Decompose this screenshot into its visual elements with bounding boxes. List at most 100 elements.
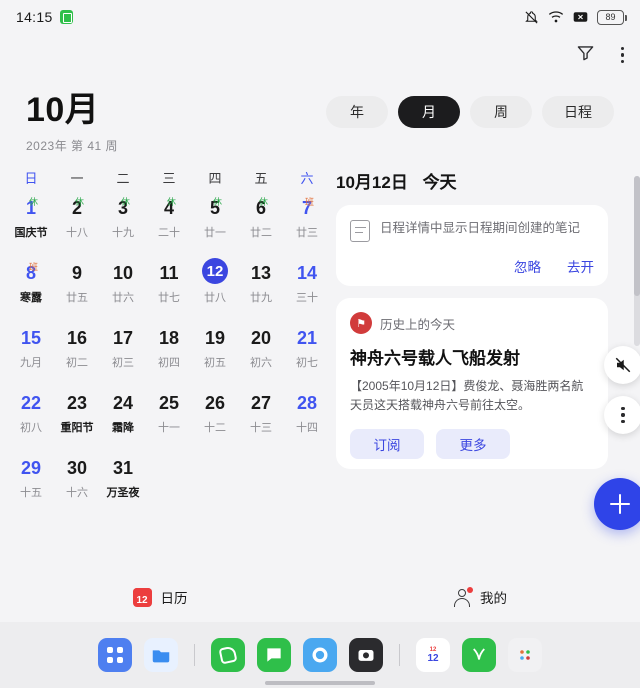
history-card-header: ⚑ 历史上的今天 [350,312,594,334]
day-lunar-label: 十三 [250,422,272,434]
health-icon[interactable] [462,638,496,672]
day-lunar-label: 万圣夜 [106,487,140,499]
note-hint-actions: 忽略 去开 [350,256,594,276]
nav-item-profile[interactable]: 我的 [320,586,640,607]
wifi-icon [548,11,564,23]
calendar-day-23[interactable]: 23 重阳节 [54,388,100,444]
calendar-day-9[interactable]: 9 廿五 [54,258,100,314]
filter-icon[interactable] [576,43,595,67]
status-right: 89 [524,9,627,25]
day-number: 20 [250,328,272,348]
calendar-day-27[interactable]: 27 十三 [238,388,284,444]
calendar-day-26[interactable]: 26 十二 [192,388,238,444]
calendar-day-24[interactable]: 24 霜降 [100,388,146,444]
calendar-day-19[interactable]: 19 初五 [192,323,238,379]
day-lunar-label: 十二 [204,422,226,434]
calendar-day-25[interactable]: 25 十一 [146,388,192,444]
weekday-sun: 日 [24,171,38,186]
nav-item-calendar[interactable]: 12 日历 [0,587,320,607]
files-icon[interactable] [144,638,178,672]
day-number: 30 [66,458,88,478]
add-event-button[interactable] [594,478,640,530]
subscribe-button[interactable]: 订阅 [350,429,424,459]
weekday-header: 日 一 二 三 四 五 六 [8,168,330,187]
camera-icon[interactable] [349,638,383,672]
status-bar: 14:15 89 [0,0,640,34]
weekday-mon: 一 [70,171,84,186]
history-section-label: 历史上的今天 [380,317,456,332]
day-number: 25 [158,393,180,413]
detail-scrollbar[interactable] [634,176,640,346]
dock-divider [194,644,195,666]
day-tag: 班 [28,262,38,272]
tab-year[interactable]: 年 [326,96,388,128]
status-left: 14:15 [16,9,73,25]
detail-today-label: 今天 [422,173,457,192]
dock-divider [399,644,400,666]
dismiss-button[interactable]: 忽略 [514,256,541,276]
calendar-day-1[interactable]: 休 1 国庆节 [8,193,54,249]
calendar-day-5[interactable]: 休 5 廿一 [192,193,238,249]
calendar-day-28[interactable]: 28 十四 [284,388,330,444]
calendar-day-22[interactable]: 22 初八 [8,388,54,444]
calendar-day-13[interactable]: 13 廿九 [238,258,284,314]
day-lunar-label: 重阳节 [60,422,94,434]
app-drawer-icon[interactable] [98,638,132,672]
weekday-wed: 三 [162,171,176,186]
calendar-day-30[interactable]: 30 十六 [54,453,100,509]
calendar-app-icon[interactable]: 12 12 [416,638,450,672]
calendar-day-6[interactable]: 休 6 廿二 [238,193,284,249]
history-title: 神舟六号载人飞船发射 [350,349,520,368]
calendar-day-29[interactable]: 29 十五 [8,453,54,509]
browser-icon[interactable] [303,638,337,672]
calendar-day-8[interactable]: 班 8 寒露 [8,258,54,314]
calendar-day-10[interactable]: 10 廿六 [100,258,146,314]
calendar-day-2[interactable]: 休 2 十八 [54,193,100,249]
calendar-day-20[interactable]: 20 初六 [238,323,284,379]
calendar-day-17[interactable]: 17 初三 [100,323,146,379]
day-lunar-label: 寒露 [20,292,42,304]
history-body: 【2005年10月12日】费俊龙、聂海胜两名航天员这天搭载神舟六号前往太空。 [350,379,584,412]
calendar-day-21[interactable]: 21 初七 [284,323,330,379]
day-tag: 班 [304,197,314,207]
top-toolbar [0,34,640,76]
day-lunar-label: 初七 [296,357,318,369]
scrollbar-thumb[interactable] [634,176,640,296]
more-button[interactable]: 更多 [436,429,510,459]
day-number: 17 [112,328,134,348]
note-hint-card: 日程详情中显示日程期间创建的笔记 忽略 去开 [336,205,608,286]
calendar-day-11[interactable]: 11 廿七 [146,258,192,314]
note-icon [350,220,370,242]
weekday-fri: 五 [254,171,268,186]
tab-month[interactable]: 月 [398,96,460,128]
calendar-day-15[interactable]: 15 九月 [8,323,54,379]
history-actions: 订阅 更多 [350,429,594,459]
calendar-day-18[interactable]: 18 初四 [146,323,192,379]
page-subtitle: 2023年 第 41 周 [26,139,119,153]
more-apps-icon[interactable] [508,638,542,672]
selected-day-indicator: 12 [202,258,228,284]
detail-more-button[interactable] [604,396,640,434]
calendar-day-3[interactable]: 休 3 十九 [100,193,146,249]
calendar-day-12[interactable]: 12 廿八 [192,258,238,314]
open-button[interactable]: 去开 [567,256,594,276]
day-number: 10 [112,263,134,283]
more-vertical-icon[interactable] [620,46,624,64]
calendar-day-7[interactable]: 班 7 廿三 [284,193,330,249]
day-number: 31 [112,458,134,478]
day-number: 26 [204,393,226,413]
tab-agenda[interactable]: 日程 [542,96,614,128]
battery-icon: 89 [597,9,627,25]
phone-icon[interactable] [211,638,245,672]
day-number: 9 [71,263,82,283]
messages-icon[interactable] [257,638,291,672]
calendar-day-31[interactable]: 31 万圣夜 [100,453,146,509]
day-lunar-label: 廿九 [250,292,272,304]
calendar-day-14[interactable]: 14 三十 [284,258,330,314]
calendar-day-16[interactable]: 16 初二 [54,323,100,379]
calendar-day-4[interactable]: 休 4 二十 [146,193,192,249]
bell-off-icon [525,10,538,24]
history-card[interactable]: ⚑ 历史上的今天 神舟六号载人飞船发射 【2005年10月12日】费俊龙、聂海胜… [336,298,608,469]
tab-week[interactable]: 周 [470,96,532,128]
mute-button[interactable] [604,346,640,384]
